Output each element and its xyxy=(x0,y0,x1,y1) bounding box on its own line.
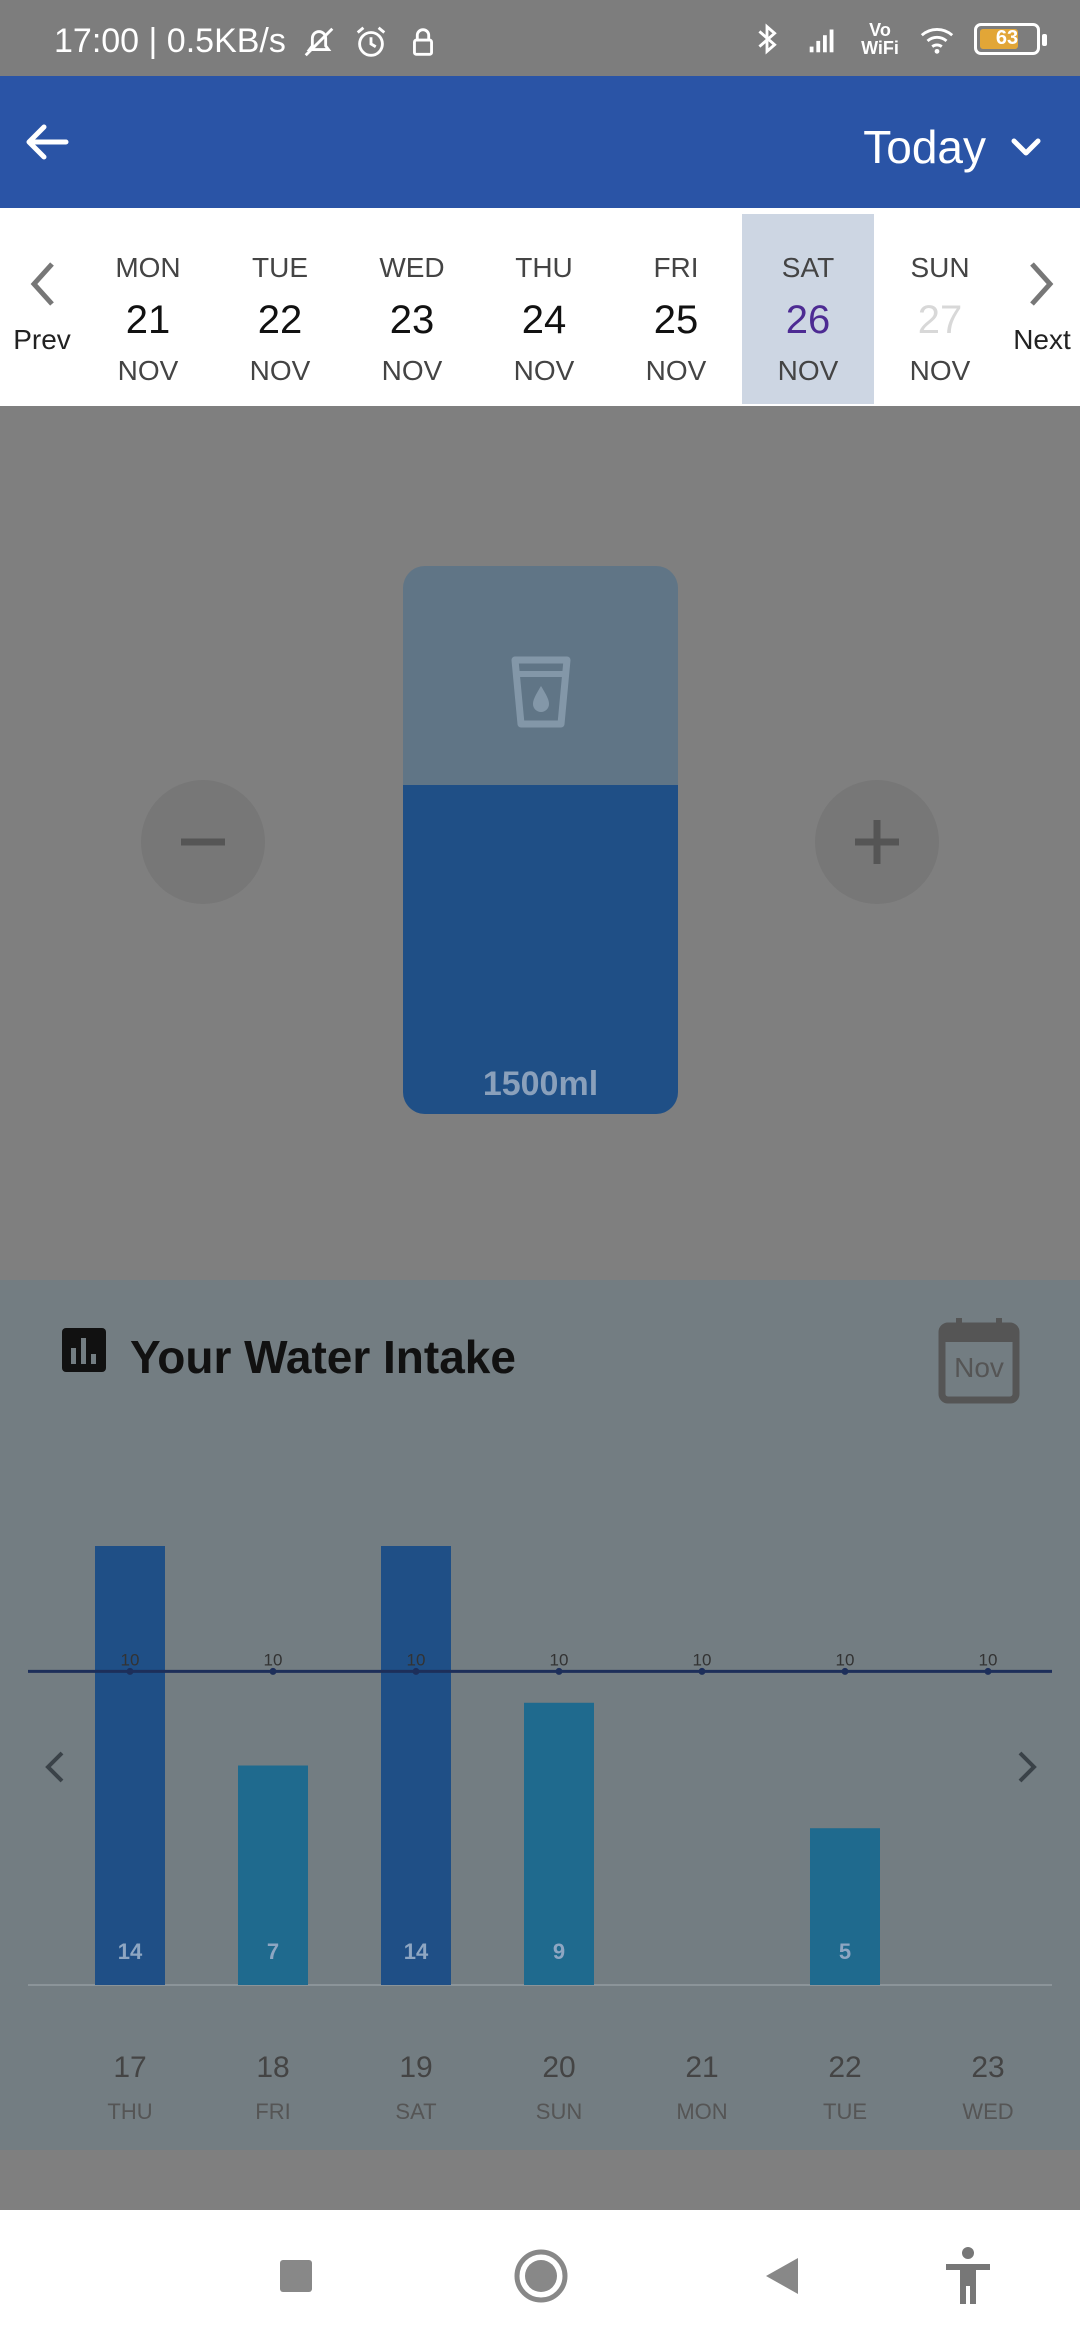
day-dow: WED xyxy=(379,252,445,283)
x-tick-weekday: SUN xyxy=(536,2099,582,2124)
x-tick-day: 21 xyxy=(685,2051,718,2084)
status-time-speed: 17:00 | 0.5KB/s xyxy=(54,22,286,60)
app-bar: Today xyxy=(0,76,1080,208)
bar-value-label: 9 xyxy=(553,1939,565,1964)
day-mon: NOV xyxy=(909,355,971,386)
day-wed[interactable]: WED 23 NOV xyxy=(346,214,478,404)
x-tick-weekday: MON xyxy=(676,2099,727,2124)
status-left: 17:00 | 0.5KB/s xyxy=(54,22,442,61)
day-sat[interactable]: SAT 26 NOV xyxy=(742,214,874,404)
day-mon: NOV xyxy=(117,355,179,386)
bar xyxy=(381,1546,451,1985)
day-sun[interactable]: SUN 27 NOV xyxy=(874,214,1006,404)
bottom-spacer xyxy=(0,2150,1080,2210)
prev-label: Prev xyxy=(13,324,71,355)
chart-prev-icon[interactable] xyxy=(45,1751,64,1783)
bar-value-label: 14 xyxy=(118,1939,143,1964)
water-intake-chart: 14 17 THU 10 7 18 FRI 10 14 19 SAT 10 9 20 SUN 10 21 MON 1… xyxy=(28,1546,1052,2124)
date-strip: Prev MON 21 NOV TUE 22 NOV WED 23 NOV THU 24 NOV FRI… xyxy=(0,208,1080,406)
vowifi-label: Vo WiFi xyxy=(861,20,899,58)
goal-label: 10 xyxy=(121,1650,140,1669)
water-tracker: 1500ml xyxy=(0,406,1080,1280)
lock-icon xyxy=(412,27,433,56)
x-tick-weekday: WED xyxy=(962,2099,1013,2124)
goal-label: 10 xyxy=(264,1650,283,1669)
next-label: Next xyxy=(1013,324,1071,355)
wifi-icon xyxy=(920,28,954,54)
day-num: 26 xyxy=(785,298,831,342)
goal-label: 10 xyxy=(693,1650,712,1669)
chevron-right-icon xyxy=(1030,262,1054,306)
recent-apps-button[interactable] xyxy=(276,2256,316,2296)
day-mon: NOV xyxy=(645,355,707,386)
status-right: Vo WiFi 63 xyxy=(748,20,1047,58)
x-tick-day: 22 xyxy=(828,2051,861,2084)
x-tick-day: 18 xyxy=(256,2051,289,2084)
x-tick-weekday: FRI xyxy=(255,2099,290,2124)
day-num: 23 xyxy=(389,298,435,342)
bar-value-label: 5 xyxy=(839,1939,851,1964)
day-num: 21 xyxy=(125,298,171,342)
day-num: 22 xyxy=(257,298,303,342)
range-dropdown[interactable]: Today xyxy=(863,120,1046,174)
day-dow: SUN xyxy=(910,252,970,283)
chevron-left-icon xyxy=(30,262,54,306)
amount-label: 1500ml xyxy=(482,1065,599,1103)
alarm-icon xyxy=(356,26,386,57)
day-mon: NOV xyxy=(513,355,575,386)
day-dow: MON xyxy=(115,252,181,283)
next-week-button[interactable]: Next xyxy=(1002,258,1080,356)
day-dow: THU xyxy=(515,252,573,283)
water-glass: 1500ml xyxy=(403,566,678,1114)
day-mon[interactable]: MON 21 NOV xyxy=(82,214,214,404)
day-fri[interactable]: FRI 25 NOV xyxy=(610,214,742,404)
mute-icon xyxy=(304,27,334,56)
status-bar: 17:00 | 0.5KB/s Vo WiFi 63 xyxy=(0,0,1080,76)
home-button[interactable] xyxy=(513,2248,569,2304)
x-tick-weekday: THU xyxy=(107,2099,152,2124)
range-label: Today xyxy=(863,121,986,173)
x-tick-weekday: SAT xyxy=(395,2099,436,2124)
system-nav-bar xyxy=(0,2210,1080,2340)
back-arrow-icon[interactable] xyxy=(20,114,76,170)
back-button[interactable] xyxy=(760,2254,804,2298)
day-dow: FRI xyxy=(653,252,699,283)
bar xyxy=(95,1546,165,1985)
day-mon: NOV xyxy=(777,355,839,386)
bar-value-label: 14 xyxy=(404,1939,429,1964)
goal-label: 10 xyxy=(407,1650,426,1669)
day-mon: NOV xyxy=(249,355,311,386)
cup-icon xyxy=(511,656,571,728)
day-mon: NOV xyxy=(381,355,443,386)
goal-label: 10 xyxy=(550,1650,569,1669)
bluetooth-icon xyxy=(758,23,777,55)
battery-level: 63 xyxy=(995,27,1019,49)
day-thu[interactable]: THU 24 NOV xyxy=(478,214,610,404)
plus-icon xyxy=(855,820,899,864)
chart-next-icon[interactable] xyxy=(1018,1751,1037,1783)
bar-value-label: 7 xyxy=(267,1939,279,1964)
x-tick-day: 17 xyxy=(113,2051,146,2084)
water-intake-card: Your Water Intake Nov 14 17 THU 10 7 18 FRI 10 1… xyxy=(0,1280,1080,2150)
day-dow: TUE xyxy=(252,252,308,283)
x-tick-day: 23 xyxy=(971,2051,1004,2084)
day-tue[interactable]: TUE 22 NOV xyxy=(214,214,346,404)
day-dow: SAT xyxy=(781,252,835,283)
battery-icon: 63 xyxy=(974,23,1047,55)
prev-week-button[interactable]: Prev xyxy=(2,258,82,356)
signal-icon xyxy=(809,29,834,53)
minus-icon xyxy=(181,838,225,846)
accessibility-icon[interactable] xyxy=(940,2246,996,2306)
x-tick-day: 20 xyxy=(542,2051,575,2084)
day-num: 25 xyxy=(653,298,699,342)
goal-label: 10 xyxy=(836,1650,855,1669)
x-tick-weekday: TUE xyxy=(823,2099,867,2124)
day-num: 27 xyxy=(917,298,963,342)
increase-button[interactable] xyxy=(815,780,939,904)
goal-label: 10 xyxy=(979,1650,998,1669)
x-tick-day: 19 xyxy=(399,2051,432,2084)
day-num: 24 xyxy=(521,298,567,342)
decrease-button[interactable] xyxy=(141,780,265,904)
chevron-down-icon xyxy=(1011,138,1041,156)
